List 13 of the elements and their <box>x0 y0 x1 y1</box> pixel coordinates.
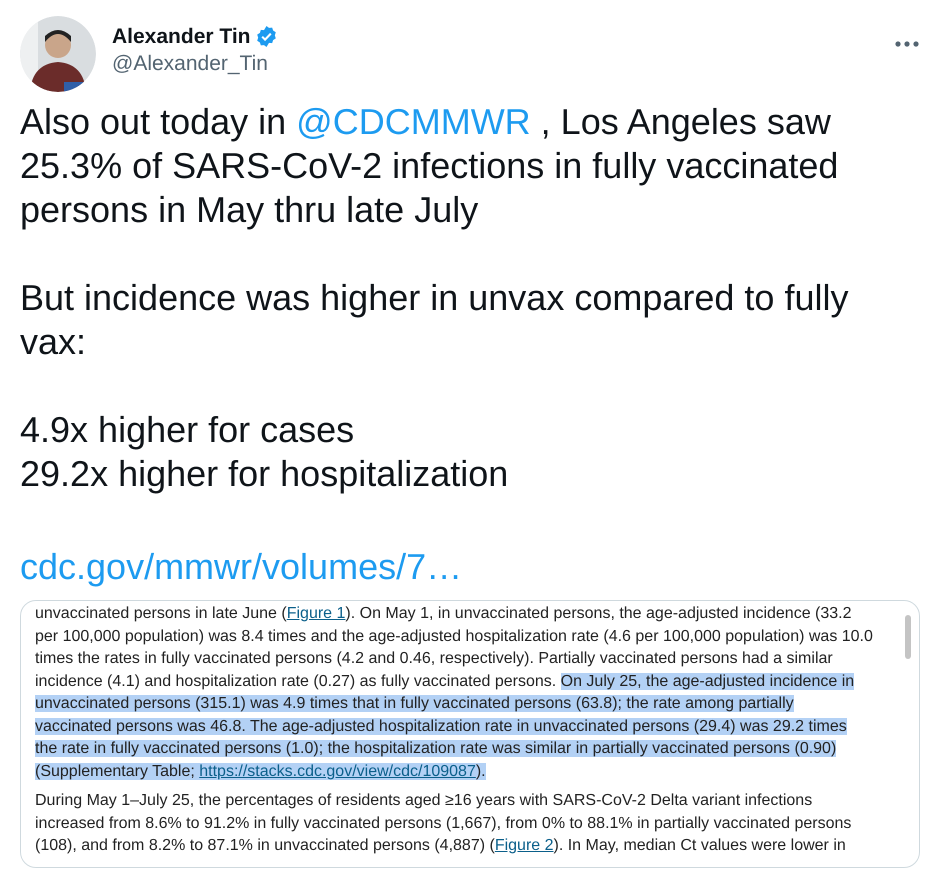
more-icon[interactable] <box>894 40 920 48</box>
document-screenshot[interactable] <box>20 600 920 868</box>
tweet-text: But incidence was higher in unvax compared to fully vax: <box>20 276 850 364</box>
author-handle[interactable]: @Alexander_Tin <box>112 50 878 78</box>
tweet-text: Also out today in @CDCMMWR , Los Angeles saw 25.3% of SARS-CoV-2 infections in fully vaccinated persons in May thru late July <box>20 100 840 232</box>
document-link[interactable]: Figure 1 <box>286 605 346 622</box>
tweet-text: 4.9x higher for cases 29.2x higher for hospitalization <box>20 408 510 496</box>
document-paragraph: unvaccinated persons in late June (Figure 1). On May 1, in unvaccinated persons, the age-adjusted incidence (33.2 per 100,000 population) was 8.4 times and the age-adjusted hospitalization rate (4.6 per 100,000 population) was 10.0 times the rates in fully vaccinated persons (4.2 and 0.46, respectively). Partially vaccinated persons had a similar incidence (4.1) and hospitalization rate (0.27) as fully vaccinated persons. On July 25, the age-adjusted incidence in unvaccinated persons (315.1) was 4.9 times that in fully vaccinated persons (63.8); the rate among partially vaccinated persons was 46.8. The age-adjusted hospitalization rate in unvaccinated persons (29.4) was 29.2 times the rate in fully vaccinated persons (1.0); the hospitalization rate was similar in partially vaccinated persons (0.90) (Supplementary Table; https://stacks.cdc.gov/view/cdc/109087). <box>35 604 873 782</box>
document-paragraph: During May 1–July 25, the percentages of residents aged ≥16 years with SARS-CoV-2 Delta variant infections increased from 8.6% to 91.2% in fully vaccinated persons (1,667), from 0% to 88.1% in partially vaccinated persons (108), and from 8.2% to 87.1% in unvaccinated persons (4,887) (Figure 2). In May, median Ct values were lower in <box>35 791 852 856</box>
document-link[interactable]: https://stacks.cdc.gov/view/cdc/109087 <box>199 762 476 780</box>
scrollbar-thumb <box>905 615 911 659</box>
author-name[interactable]: Alexander Tin <box>112 24 250 50</box>
document-link[interactable]: Figure 2 <box>494 837 554 854</box>
